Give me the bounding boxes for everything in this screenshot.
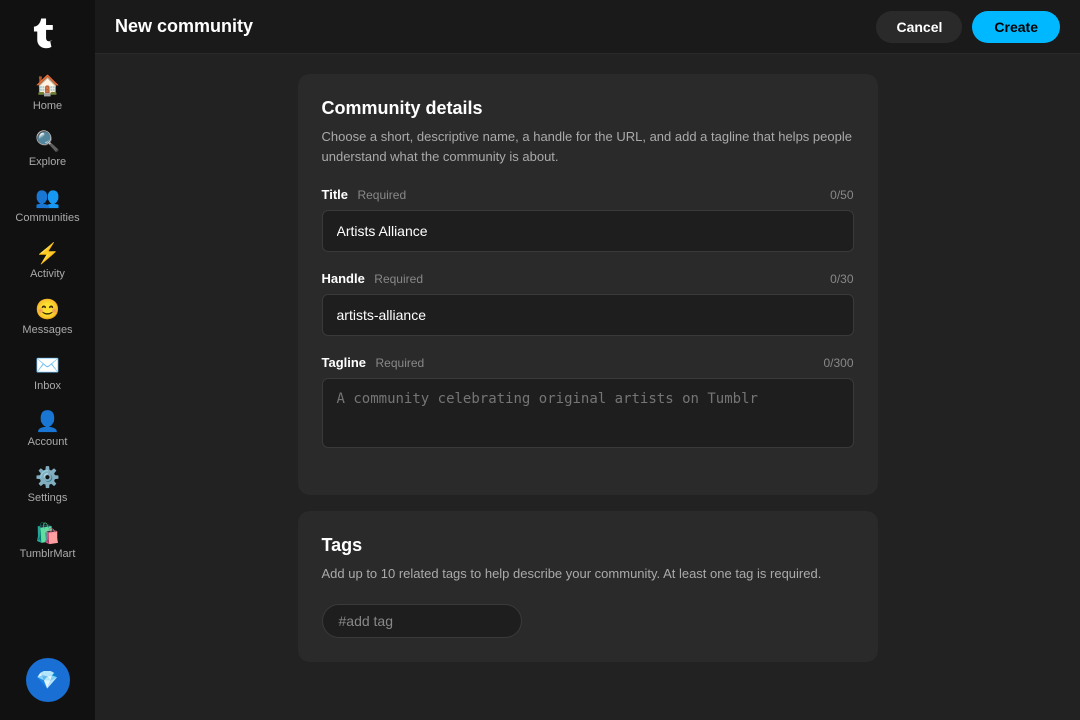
home-icon: 🏠 — [35, 76, 60, 96]
community-details-title: Community details — [322, 98, 854, 119]
create-button[interactable]: Create — [972, 11, 1060, 43]
sidebar-item-inbox[interactable]: ✉️ Inbox — [8, 348, 88, 400]
content-area: Community details Choose a short, descri… — [95, 54, 1080, 720]
sidebar-item-tumblrmart[interactable]: 🛍️ TumblrMart — [8, 516, 88, 568]
tagline-field-header: Tagline Required 0/300 — [322, 354, 854, 372]
sidebar-item-account[interactable]: 👤 Account — [8, 404, 88, 456]
cancel-button[interactable]: Cancel — [876, 11, 962, 43]
tags-title: Tags — [322, 535, 854, 556]
sidebar-item-explore[interactable]: 🔍 Explore — [8, 124, 88, 176]
sidebar-item-messages[interactable]: 😊 Messages — [8, 292, 88, 344]
main-area: New community Cancel Create Community de… — [95, 0, 1080, 720]
activity-icon: ⚡ — [35, 244, 60, 264]
inbox-icon: ✉️ — [35, 356, 60, 376]
title-label: Title Required — [322, 186, 407, 204]
sidebar-item-home[interactable]: 🏠 Home — [8, 68, 88, 120]
explore-icon: 🔍 — [35, 132, 60, 152]
title-counter: 0/50 — [830, 188, 853, 202]
page-title: New community — [115, 16, 876, 37]
handle-counter: 0/30 — [830, 272, 853, 286]
handle-label: Handle Required — [322, 270, 424, 288]
sidebar-item-activity[interactable]: ⚡ Activity — [8, 236, 88, 288]
communities-icon: 👥 — [35, 188, 60, 208]
tags-card: Tags Add up to 10 related tags to help d… — [298, 511, 878, 662]
tag-input[interactable]: #add tag — [322, 604, 522, 638]
title-field-header: Title Required 0/50 — [322, 186, 854, 204]
handle-input[interactable] — [322, 294, 854, 336]
handle-field-group: Handle Required 0/30 — [322, 270, 854, 336]
community-details-card: Community details Choose a short, descri… — [298, 74, 878, 495]
settings-icon: ⚙️ — [35, 468, 60, 488]
tagline-label: Tagline Required — [322, 354, 425, 372]
diamond-badge[interactable]: 💎 — [26, 658, 70, 702]
account-icon: 👤 — [35, 412, 60, 432]
community-details-description: Choose a short, descriptive name, a hand… — [322, 127, 854, 166]
messages-icon: 😊 — [35, 300, 60, 320]
diamond-icon: 💎 — [36, 670, 58, 691]
tagline-field-group: Tagline Required 0/300 — [322, 354, 854, 453]
tagline-counter: 0/300 — [823, 356, 853, 370]
sidebar-item-communities[interactable]: 👥 Communities — [8, 180, 88, 232]
tumblr-logo[interactable] — [26, 10, 70, 54]
tags-description: Add up to 10 related tags to help descri… — [322, 564, 854, 584]
title-input[interactable] — [322, 210, 854, 252]
tumblrmart-icon: 🛍️ — [35, 524, 60, 544]
handle-field-header: Handle Required 0/30 — [322, 270, 854, 288]
sidebar: 🏠 Home 🔍 Explore 👥 Communities ⚡ Activit… — [0, 0, 95, 720]
title-field-group: Title Required 0/50 — [322, 186, 854, 252]
topbar: New community Cancel Create — [95, 0, 1080, 54]
tag-placeholder: #add tag — [339, 613, 394, 629]
tagline-input[interactable] — [322, 378, 854, 448]
sidebar-item-settings[interactable]: ⚙️ Settings — [8, 460, 88, 512]
